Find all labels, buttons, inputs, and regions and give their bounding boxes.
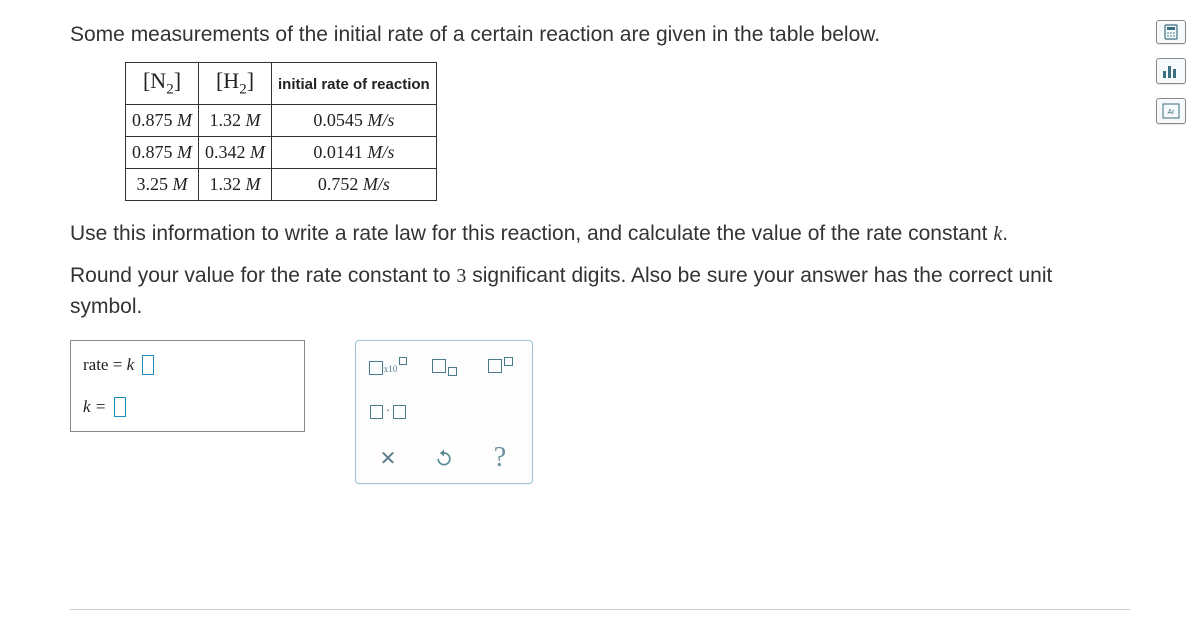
divider	[70, 609, 1130, 610]
rate-label: rate = k	[83, 355, 134, 375]
cell-rate: 0.752 M/s	[272, 168, 437, 200]
table-row: 0.875 M 0.342 M 0.0141 M/s	[126, 136, 437, 168]
table-row: 0.875 M 1.32 M 0.0545 M/s	[126, 104, 437, 136]
header-n2: [N2]	[126, 63, 199, 104]
table-row: 3.25 M 1.32 M 0.752 M/s	[126, 168, 437, 200]
cell-rate: 0.0141 M/s	[272, 136, 437, 168]
help-button[interactable]: ?	[482, 443, 518, 473]
calculator-icon	[1163, 24, 1179, 40]
reset-button[interactable]	[426, 443, 462, 473]
rate-input[interactable]	[142, 355, 154, 375]
cell-n2: 0.875 M	[126, 104, 199, 136]
scientific-notation-button[interactable]: x10	[370, 351, 406, 381]
cell-n2: 3.25 M	[126, 168, 199, 200]
superscript-button[interactable]	[482, 351, 518, 381]
subscript-button[interactable]	[426, 351, 462, 381]
k-input-row[interactable]: k =	[83, 397, 292, 417]
clear-button[interactable]: ✕	[370, 443, 406, 473]
table-header-row: [N2] [H2] initial rate of reaction	[126, 63, 437, 104]
cell-n2: 0.875 M	[126, 136, 199, 168]
undo-icon	[434, 448, 454, 468]
periodic-table-icon: Ar	[1162, 103, 1180, 119]
cell-rate: 0.0545 M/s	[272, 104, 437, 136]
analytics-button[interactable]	[1156, 58, 1186, 84]
header-h2: [H2]	[199, 63, 272, 104]
dot-operator-button[interactable]: ·	[370, 397, 406, 427]
cell-h2: 1.32 M	[199, 168, 272, 200]
question-1: Use this information to write a rate law…	[70, 219, 1130, 249]
header-rate: initial rate of reaction	[272, 63, 437, 104]
rate-input-row[interactable]: rate = k	[83, 355, 292, 375]
cell-h2: 1.32 M	[199, 104, 272, 136]
bar-chart-icon	[1162, 63, 1180, 79]
answer-box: rate = k k =	[70, 340, 305, 432]
k-label: k =	[83, 397, 106, 417]
cell-h2: 0.342 M	[199, 136, 272, 168]
svg-text:Ar: Ar	[1168, 109, 1176, 116]
calculator-button[interactable]	[1156, 20, 1186, 44]
k-input[interactable]	[114, 397, 126, 417]
data-table: [N2] [H2] initial rate of reaction 0.875…	[125, 62, 437, 200]
question-2: Round your value for the rate constant t…	[70, 261, 1130, 322]
tool-palette: x10 · ✕	[355, 340, 533, 484]
intro-text: Some measurements of the initial rate of…	[70, 20, 1130, 50]
right-rail: Ar	[1156, 20, 1186, 124]
periodic-table-button[interactable]: Ar	[1156, 98, 1186, 124]
